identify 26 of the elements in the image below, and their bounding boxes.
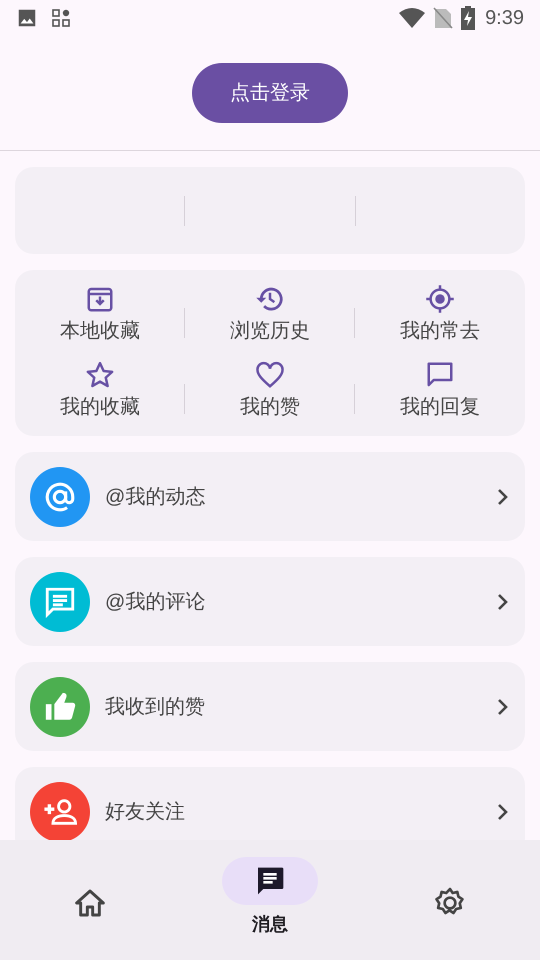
wifi-icon bbox=[399, 7, 426, 29]
clock-time: 9:39 bbox=[485, 6, 524, 31]
shortcut-item[interactable]: 我的回复 bbox=[400, 360, 480, 422]
shortcut-item[interactable]: 我的常去 bbox=[400, 284, 480, 346]
home-icon bbox=[74, 887, 106, 919]
chevron-right-icon bbox=[496, 802, 510, 822]
gallery-icon bbox=[16, 7, 38, 29]
shortcut-item[interactable]: 浏览历史 bbox=[230, 284, 310, 346]
location-target-icon bbox=[425, 284, 455, 314]
shortcut-item[interactable]: 本地收藏 bbox=[60, 284, 140, 346]
apps-icon bbox=[52, 9, 70, 27]
message-row[interactable]: @我的动态 bbox=[15, 452, 525, 541]
heart-icon bbox=[255, 360, 285, 390]
login-button[interactable]: 点击登录 bbox=[192, 63, 348, 123]
chevron-right-icon bbox=[496, 592, 510, 612]
nav-tab[interactable]: 消息 bbox=[222, 857, 318, 960]
message-row[interactable]: 我收到的赞 bbox=[15, 662, 525, 751]
star-icon bbox=[85, 360, 115, 390]
chevron-right-icon bbox=[496, 696, 510, 716]
shortcut-item[interactable]: 我的赞 bbox=[240, 360, 300, 422]
message-row[interactable]: 好友关注 bbox=[15, 767, 525, 840]
battery-icon bbox=[461, 6, 476, 30]
shortcut-item[interactable]: 我的收藏 bbox=[60, 360, 140, 422]
chevron-right-icon bbox=[496, 486, 510, 506]
no-sim-icon bbox=[433, 7, 454, 29]
message-row[interactable]: @我的评论 bbox=[15, 557, 525, 646]
